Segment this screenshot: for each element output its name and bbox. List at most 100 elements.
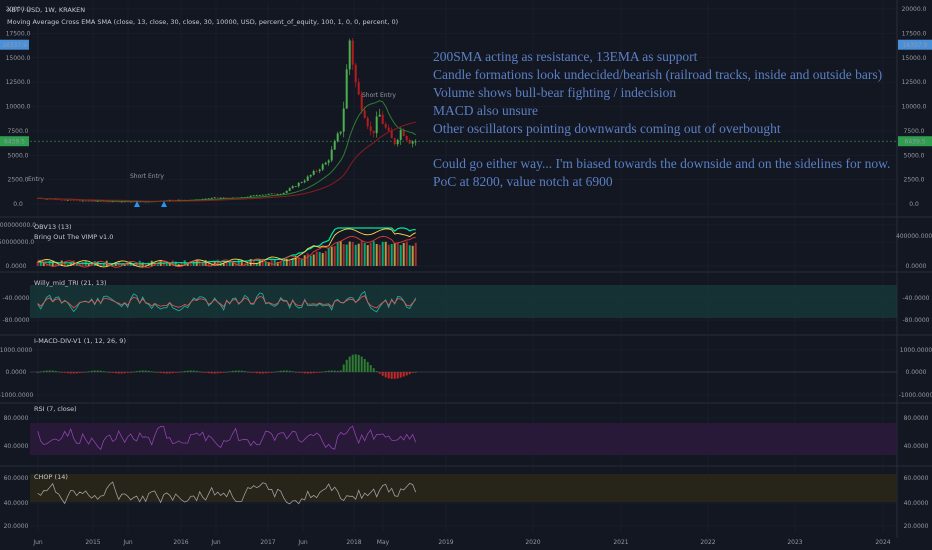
obv-volume-bar bbox=[321, 253, 324, 266]
x-tick-label: 2018 bbox=[346, 539, 361, 546]
y-tick-label-left: -1000.0000 bbox=[0, 392, 33, 399]
obv-volume-bar bbox=[411, 245, 414, 266]
candle-body bbox=[414, 141, 417, 143]
macd-histogram-bar bbox=[57, 371, 60, 373]
annotation-line-7: PoC at 8200, value notch at 6900 bbox=[433, 174, 613, 189]
macd-histogram-bar bbox=[306, 372, 309, 374]
candle-body bbox=[372, 130, 375, 134]
macd-histogram-bar bbox=[369, 365, 372, 372]
obv-volume-bar bbox=[348, 241, 351, 266]
macd-histogram-bar bbox=[225, 371, 228, 373]
main-subtitle: Moving Average Cross EMA SMA (close, 13,… bbox=[7, 18, 398, 26]
macd-histogram-bar bbox=[198, 371, 201, 373]
macd-histogram-bar bbox=[42, 370, 45, 372]
macd-histogram-bar bbox=[78, 372, 81, 373]
macd-histogram-bar bbox=[285, 370, 288, 372]
obv-volume-bar bbox=[354, 244, 357, 266]
obv-volume-bar bbox=[315, 251, 318, 266]
y-tick-label-right: -40.0000 bbox=[903, 295, 930, 302]
obv-volume-bar bbox=[288, 260, 291, 266]
candle-body bbox=[333, 141, 336, 150]
obv-volume-bar bbox=[189, 264, 192, 266]
macd-histogram-bar bbox=[165, 372, 168, 374]
obv-volume-bar bbox=[327, 247, 330, 266]
candle-body bbox=[327, 160, 330, 163]
macd-histogram-bar bbox=[375, 371, 378, 372]
obv-volume-bar bbox=[414, 242, 417, 266]
y-tick-label-left: 15000.0 bbox=[6, 55, 31, 62]
obv-volume-bar bbox=[375, 243, 378, 266]
y-tick-label-right: -1000.0000 bbox=[899, 392, 932, 399]
macd-histogram-bar bbox=[150, 371, 153, 373]
y-tick-label-left: 17500.0 bbox=[6, 30, 31, 37]
macd-histogram-bar bbox=[132, 371, 135, 373]
candle-body bbox=[168, 199, 171, 201]
macd-histogram-bar bbox=[342, 364, 345, 372]
obv-volume-bar bbox=[309, 255, 312, 266]
candle-body bbox=[309, 174, 312, 177]
macd-histogram-bar bbox=[324, 371, 327, 372]
candle-body bbox=[69, 199, 72, 201]
candle-body bbox=[339, 131, 342, 134]
macd-histogram-bar bbox=[36, 372, 39, 373]
macd-histogram-bar bbox=[231, 370, 234, 372]
macd-histogram-bar bbox=[405, 372, 408, 376]
macd-histogram-bar bbox=[99, 370, 102, 372]
macd-histogram-bar bbox=[219, 372, 222, 374]
macd-histogram-bar bbox=[60, 372, 63, 373]
obv-volume-bar bbox=[198, 263, 201, 266]
candle-body bbox=[273, 193, 276, 195]
macd-histogram-bar bbox=[105, 371, 108, 373]
macd-histogram-bar bbox=[72, 372, 75, 374]
candle-body bbox=[378, 114, 381, 117]
obv-volume-bar bbox=[165, 263, 168, 266]
y-tick-label-right: 5000.0 bbox=[904, 152, 925, 159]
macd-histogram-bar bbox=[264, 372, 267, 374]
macd-histogram-bar bbox=[96, 370, 99, 372]
candle-body bbox=[366, 118, 369, 127]
x-tick-label: May bbox=[377, 539, 390, 546]
macd-histogram-bar bbox=[393, 372, 396, 379]
candle-body bbox=[66, 199, 69, 201]
signal-label: Short Entry bbox=[362, 92, 396, 99]
candle-body bbox=[54, 199, 57, 201]
y-tick-label-left: 10000.0 bbox=[6, 104, 31, 111]
macd-histogram-bar bbox=[111, 372, 114, 373]
y-tick-label-left: 7500.0 bbox=[8, 128, 29, 135]
candle-body bbox=[282, 192, 285, 194]
annotation-line-1: 200SMA acting as resistance, 13EMA as su… bbox=[433, 49, 698, 64]
macd-histogram-bar bbox=[237, 370, 240, 372]
candle-body bbox=[384, 124, 387, 128]
obv-volume-bar bbox=[384, 241, 387, 266]
macd-histogram-bar bbox=[195, 370, 198, 372]
y-tick-label-right: 10000.0 bbox=[902, 104, 927, 111]
candle-body bbox=[387, 127, 390, 131]
annotation-line-4: MACD also unsure bbox=[433, 103, 538, 118]
candle-body bbox=[345, 69, 348, 109]
macd-histogram-bar bbox=[45, 370, 48, 372]
macd-histogram-bar bbox=[252, 372, 255, 373]
candle-body bbox=[324, 162, 327, 165]
x-tick-label: Jun bbox=[122, 539, 133, 546]
macd-histogram-bar bbox=[258, 372, 261, 374]
macd-histogram-bar bbox=[213, 372, 216, 374]
chart-svg[interactable]: Jun 2015 Jun 2016 Jun 2017 Jun 2018 May 2019 2020 2… bbox=[0, 0, 932, 550]
candle-body bbox=[60, 199, 63, 201]
candle-body bbox=[213, 197, 216, 199]
price-label-right-text: 16337.9 bbox=[903, 42, 928, 49]
candle-body bbox=[99, 201, 102, 202]
macd-histogram-bar bbox=[333, 370, 336, 372]
macd-histogram-bar bbox=[273, 371, 276, 373]
y-tick-label-right: 20000.0 bbox=[902, 6, 927, 13]
y-tick-label-left: 40.0000 bbox=[4, 443, 29, 450]
macd-histogram-bar bbox=[339, 370, 342, 372]
y-tick-label-left: 0.0000 bbox=[6, 263, 27, 270]
candle-body bbox=[270, 193, 273, 195]
chop-band bbox=[30, 474, 897, 502]
candle-body bbox=[297, 182, 300, 187]
macd-histogram-bar bbox=[63, 372, 66, 373]
candle-body bbox=[336, 133, 339, 142]
candle-body bbox=[390, 130, 393, 139]
obv-volume-bar bbox=[387, 244, 390, 266]
obv-volume-bar bbox=[336, 242, 339, 266]
